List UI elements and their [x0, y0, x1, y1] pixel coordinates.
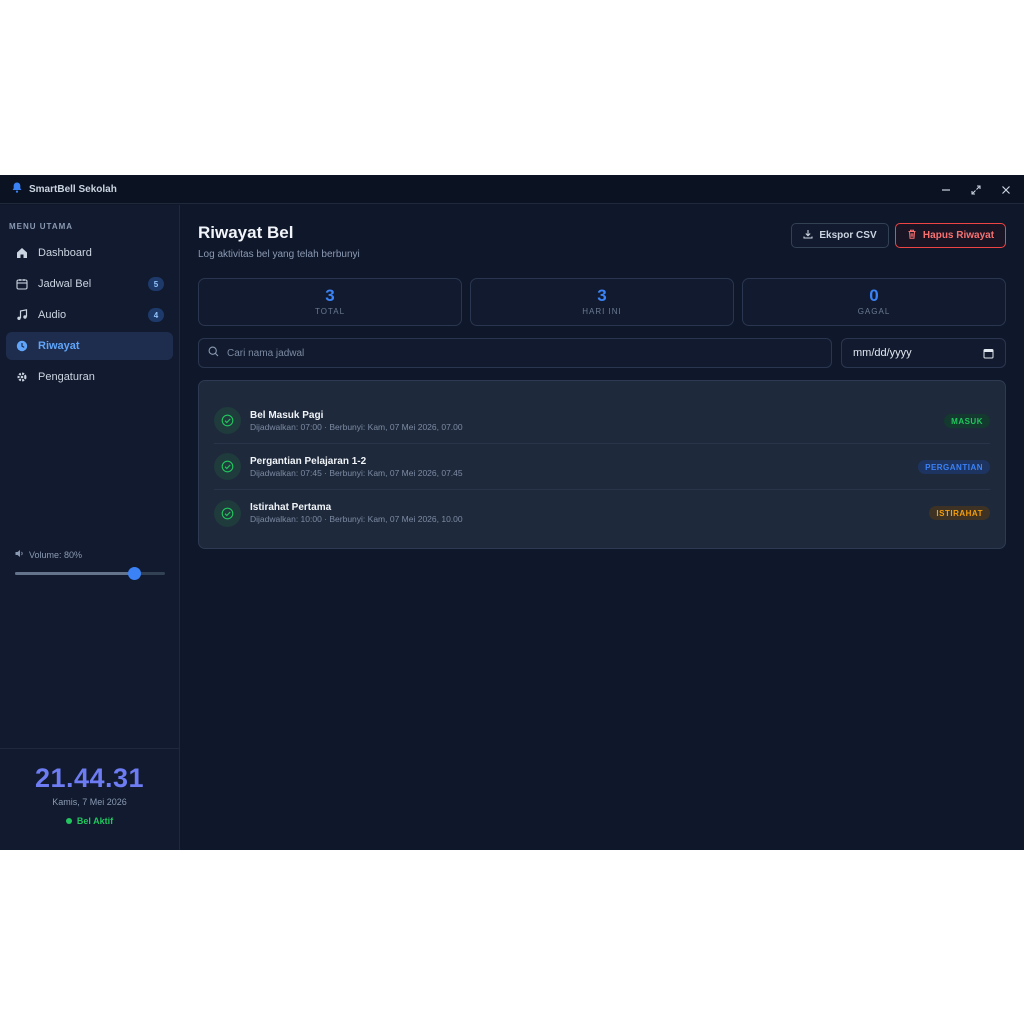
sidebar-item-label: Pengaturan — [38, 371, 95, 383]
stat-value: 3 — [325, 286, 335, 305]
stat-label: GAGAL — [857, 307, 891, 316]
stat-card-today: 3 HARI INI — [470, 278, 734, 326]
sidebar-item-label: Audio — [38, 309, 67, 321]
sidebar-item-pengaturan[interactable]: Pengaturan — [6, 363, 173, 391]
volume-slider[interactable] — [15, 567, 165, 580]
music-note-icon — [16, 309, 28, 321]
history-row[interactable]: Istirahat Pertama Dijadwalkan: 10:00 · B… — [214, 490, 990, 536]
sidebar-nav: Dashboard Jadwal Bel 5 Audio 4 Riwayat P… — [6, 239, 173, 394]
gear-icon — [16, 371, 28, 383]
count-badge: 4 — [148, 308, 164, 322]
stat-label: TOTAL — [314, 307, 346, 316]
check-circle-icon — [214, 499, 241, 527]
export-csv-label: Ekspor CSV — [819, 230, 877, 241]
date-filter-field[interactable]: mm/dd/yyyy — [841, 338, 1006, 368]
calendar-icon[interactable] — [983, 348, 994, 362]
category-badge: ISTIRAHAT — [929, 506, 990, 520]
bell-status: Bel Aktif — [65, 816, 114, 826]
volume-slider-fill — [15, 572, 135, 575]
stat-value: 0 — [869, 286, 879, 305]
stat-label: HARI INI — [582, 307, 622, 316]
volume-control: Volume: 80% — [15, 549, 165, 580]
count-badge: 5 — [148, 277, 164, 291]
history-name: Istirahat Pertama — [250, 502, 332, 513]
main-content: Riwayat Bel Log aktivitas bel yang telah… — [180, 205, 1024, 850]
title-bar: SmartBell Sekolah — [0, 175, 1024, 204]
clock-panel: 21.44.31 Kamis, 7 Mei 2026 Bel Aktif — [0, 748, 179, 850]
home-icon — [16, 247, 28, 259]
status-dot — [65, 818, 72, 824]
page-subtitle: Log aktivitas bel yang telah berbunyi — [198, 249, 360, 260]
history-name: Bel Masuk Pagi — [250, 409, 324, 421]
bell-icon — [12, 182, 22, 196]
search-icon — [208, 344, 219, 362]
bell-status-label: Bel Aktif — [76, 816, 114, 826]
app-title: SmartBell Sekolah — [12, 182, 117, 196]
minimize-icon[interactable] — [940, 184, 952, 196]
sidebar-item-jadwal-bel[interactable]: Jadwal Bel 5 — [6, 270, 173, 298]
close-icon[interactable] — [1000, 184, 1012, 196]
sidebar-item-dashboard[interactable]: Dashboard — [6, 239, 173, 267]
sidebar-item-label: Dashboard — [38, 247, 92, 259]
export-csv-button[interactable]: Ekspor CSV — [791, 223, 889, 248]
download-icon — [803, 229, 813, 242]
check-circle-icon — [214, 407, 241, 434]
stat-card-failed: 0 GAGAL — [742, 278, 1006, 326]
app-window: SmartBell Sekolah MENU UTAMA Dashboard J… — [0, 175, 1024, 850]
search-box — [198, 338, 832, 368]
sidebar: MENU UTAMA Dashboard Jadwal Bel 5 Audio — [0, 205, 180, 850]
clock-icon — [16, 340, 28, 352]
delete-history-label: Hapus Riwayat — [922, 230, 995, 241]
stat-card-total: 3 TOTAL — [198, 278, 462, 326]
history-name: Pergantian Pelajaran 1-2 — [250, 455, 367, 467]
clock-date: Kamis, 7 Mei 2026 — [52, 797, 127, 807]
history-row[interactable]: Bel Masuk Pagi Dijadwalkan: 07:00 · Berb… — [214, 398, 990, 444]
app-title-text: SmartBell Sekolah — [29, 183, 117, 195]
volume-slider-thumb[interactable] — [128, 567, 141, 580]
check-circle-icon — [214, 453, 241, 480]
sidebar-item-audio[interactable]: Audio 4 — [6, 301, 173, 329]
speaker-icon — [15, 549, 24, 560]
history-meta: Dijadwalkan: 07:45 · Berbunyi: Kam, 07 M… — [250, 467, 463, 478]
menu-title: MENU UTAMA — [9, 222, 74, 231]
history-list: Bel Masuk Pagi Dijadwalkan: 07:00 · Berb… — [198, 380, 1006, 549]
sidebar-item-label: Jadwal Bel — [38, 278, 92, 290]
sidebar-item-label: Riwayat — [38, 340, 80, 352]
search-input[interactable] — [227, 347, 817, 359]
sidebar-item-riwayat[interactable]: Riwayat — [6, 332, 173, 360]
delete-history-button[interactable]: Hapus Riwayat — [895, 223, 1006, 248]
trash-icon — [907, 229, 917, 242]
category-badge: PERGANTIAN — [918, 460, 990, 474]
volume-label: Volume: 80% — [29, 549, 83, 560]
date-placeholder: mm/dd/yyyy — [853, 347, 912, 359]
page-title: Riwayat Bel — [198, 223, 294, 242]
history-meta: Dijadwalkan: 07:00 · Berbunyi: Kam, 07 M… — [250, 421, 463, 432]
stat-value: 3 — [597, 286, 607, 305]
clock-time: 21.44.31 — [34, 763, 145, 793]
maximize-icon[interactable] — [970, 184, 982, 196]
history-meta: Dijadwalkan: 10:00 · Berbunyi: Kam, 07 M… — [250, 514, 463, 524]
calendar-icon — [16, 278, 28, 290]
category-badge: MASUK — [944, 414, 990, 428]
history-row[interactable]: Pergantian Pelajaran 1-2 Dijadwalkan: 07… — [214, 444, 990, 490]
